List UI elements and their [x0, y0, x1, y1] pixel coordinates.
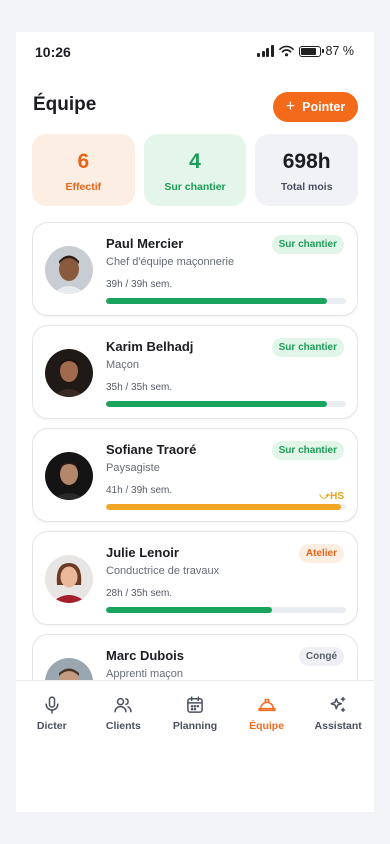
stat-label: Sur chantier	[164, 181, 226, 193]
avatar	[45, 452, 93, 500]
nav-item-clients[interactable]: Clients	[88, 681, 160, 742]
avatar	[45, 349, 93, 397]
status-badge: Atelier	[298, 544, 344, 563]
status-bar: 10:26 87 %	[16, 32, 374, 72]
member-name: Julie Lenoir	[106, 545, 179, 560]
stat-label: Total mois	[280, 181, 333, 193]
mic-icon	[45, 696, 59, 714]
team-member-card[interactable]: Marc Dubois Apprenti maçon Congé	[32, 634, 358, 680]
overtime-label: HS	[330, 491, 344, 502]
signal-icon	[257, 45, 274, 57]
stat-total-mois: 698h Total mois	[255, 134, 359, 206]
avatar	[45, 246, 93, 294]
member-hours: 39h / 39h sem.	[106, 279, 173, 290]
trend-icon: ⤻	[319, 491, 331, 502]
page-title: Équipe	[33, 94, 97, 115]
team-member-card[interactable]: Julie Lenoir Conductrice de travaux 28h …	[32, 531, 358, 625]
status-badge: Sur chantier	[271, 235, 344, 254]
nav-label: Équipe	[249, 720, 285, 732]
member-role: Conductrice de travaux	[106, 565, 220, 577]
users-icon	[114, 697, 133, 713]
hours-progress-bar	[106, 298, 346, 304]
stat-value: 6	[77, 150, 90, 173]
team-member-card[interactable]: Sofiane Traoré Paysagiste 41h / 39h sem.…	[32, 428, 358, 522]
progress-fill	[106, 607, 272, 613]
avatar	[45, 555, 93, 603]
member-hours: 28h / 35h sem.	[106, 588, 173, 599]
team-list: Paul Mercier Chef d'équipe maçonnerie 39…	[32, 222, 358, 680]
plus-icon: +	[285, 98, 296, 115]
stat-label: Effectif	[65, 181, 102, 193]
pointer-button[interactable]: + Pointer	[273, 92, 358, 122]
team-member-card[interactable]: Paul Mercier Chef d'équipe maçonnerie 39…	[32, 222, 358, 316]
status-badge: Sur chantier	[271, 338, 344, 357]
hours-progress-bar	[106, 401, 346, 407]
nav-item-equipe[interactable]: Équipe	[231, 681, 303, 742]
nav-item-planning[interactable]: Planning	[159, 681, 231, 742]
member-role: Chef d'équipe maçonnerie	[106, 256, 235, 268]
status-badge: Sur chantier	[271, 441, 344, 460]
sparkles-icon	[330, 696, 346, 712]
hard-hat-icon	[257, 698, 276, 712]
status-time: 10:26	[35, 44, 71, 60]
progress-fill	[106, 504, 342, 510]
status-icons: 87 %	[257, 44, 354, 58]
status-badge: Congé	[298, 647, 344, 666]
member-name: Paul Mercier	[106, 236, 184, 251]
hours-progress-bar	[106, 607, 346, 613]
nav-label: Clients	[105, 720, 141, 732]
stats-row: 6 Effectif 4 Sur chantier 698h Total moi…	[32, 134, 359, 206]
nav-item-dicter[interactable]: Dicter	[16, 681, 88, 742]
member-name: Karim Belhadj	[106, 339, 194, 354]
phone-screen: 10:26 87 % Équipe + Pointer 6 Effectif 4…	[16, 32, 374, 812]
overtime-indicator: ⤻HS	[319, 491, 344, 502]
member-role: Maçon	[106, 359, 140, 371]
stat-effectif: 6 Effectif	[32, 134, 135, 206]
battery-percent: 87 %	[325, 44, 355, 58]
member-role: Apprenti maçon	[106, 668, 184, 680]
member-name: Sofiane Traoré	[106, 442, 197, 457]
nav-label: Dicter	[36, 720, 67, 732]
bottom-nav: Dicter Clients Planning Équipe Assistant	[16, 680, 374, 742]
stat-value: 4	[189, 150, 201, 173]
calendar-icon	[187, 696, 203, 713]
nav-label: Assistant	[314, 720, 362, 732]
nav-label: Planning	[172, 720, 218, 732]
nav-item-assistant[interactable]: Assistant	[302, 681, 374, 742]
pointer-label: Pointer	[302, 100, 346, 114]
wifi-icon	[278, 45, 294, 57]
stat-value: 698h	[282, 150, 331, 173]
stat-sur-chantier: 4 Sur chantier	[143, 134, 247, 206]
battery-icon	[298, 45, 324, 57]
member-role: Paysagiste	[106, 462, 160, 474]
hours-progress-bar	[106, 504, 346, 510]
team-member-card[interactable]: Karim Belhadj Maçon 35h / 35h sem. Sur c…	[32, 325, 358, 419]
member-hours: 41h / 39h sem.	[106, 485, 173, 496]
progress-fill	[106, 298, 327, 304]
member-hours: 35h / 35h sem.	[106, 382, 173, 393]
progress-fill	[106, 401, 327, 407]
avatar	[45, 658, 93, 680]
member-name: Marc Dubois	[106, 648, 185, 663]
